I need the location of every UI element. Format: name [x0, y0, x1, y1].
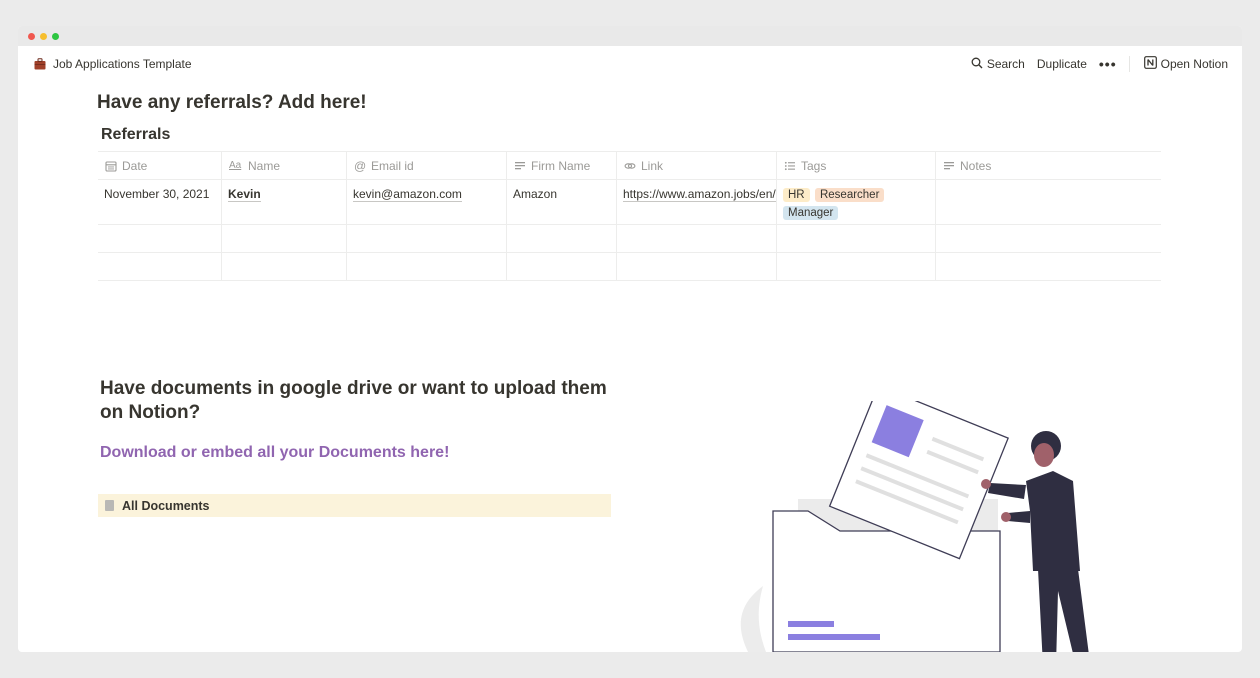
minimize-window-button[interactable] — [40, 33, 47, 40]
table-row[interactable]: November 30, 2021 Kevin kevin@amazon.com… — [98, 180, 1161, 225]
url-link[interactable]: https://www.amazon.jobs/en/ — [623, 187, 776, 202]
window-titlebar — [18, 26, 1242, 46]
cell-notes[interactable] — [936, 180, 1161, 224]
tag-manager: Manager — [783, 206, 839, 220]
browser-window: Job Applications Template Search Duplica… — [18, 26, 1242, 652]
link-icon — [624, 160, 636, 172]
empty-cell[interactable] — [936, 253, 1161, 280]
notion-logo-icon — [1143, 56, 1157, 72]
empty-cell[interactable] — [222, 225, 347, 252]
briefcase-icon — [34, 58, 46, 70]
text-property-icon: Aa — [229, 159, 242, 171]
referrals-table: Date Aa Name @ Email id Firm Name Link T… — [98, 151, 1161, 281]
tag-researcher: Researcher — [814, 188, 885, 202]
cell-date[interactable]: November 30, 2021 — [98, 180, 222, 224]
column-header-name[interactable]: Aa Name — [222, 152, 347, 179]
column-header-firm[interactable]: Firm Name — [507, 152, 617, 179]
empty-cell[interactable] — [777, 253, 936, 280]
lines-icon — [943, 160, 955, 172]
cell-email[interactable]: kevin@amazon.com — [347, 180, 507, 224]
breadcrumb[interactable]: Job Applications Template — [34, 57, 192, 71]
empty-cell[interactable] — [617, 253, 777, 280]
search-button[interactable]: Search — [971, 57, 1025, 72]
table-row[interactable] — [98, 225, 1161, 253]
page-icon — [105, 500, 114, 511]
referrals-table-title[interactable]: Referrals — [101, 126, 170, 144]
empty-cell[interactable] — [507, 225, 617, 252]
all-documents-link[interactable]: All Documents — [98, 494, 611, 517]
more-options-icon[interactable]: ••• — [1099, 56, 1117, 72]
column-header-tags[interactable]: Tags — [777, 152, 936, 179]
at-sign-icon: @ — [354, 158, 367, 173]
cell-name[interactable]: Kevin — [222, 180, 347, 224]
empty-cell[interactable] — [222, 253, 347, 280]
column-header-email[interactable]: @ Email id — [347, 152, 507, 179]
table-row[interactable] — [98, 253, 1161, 281]
column-header-notes[interactable]: Notes — [936, 152, 1161, 179]
notion-topbar: Job Applications Template Search Duplica… — [18, 46, 1242, 82]
open-notion-button[interactable]: Open Notion — [1143, 56, 1228, 72]
lines-icon — [514, 160, 526, 172]
empty-cell[interactable] — [347, 225, 507, 252]
empty-cell[interactable] — [347, 253, 507, 280]
topbar-actions: Search Duplicate ••• Open Notion — [959, 56, 1228, 72]
cell-link[interactable]: https://www.amazon.jobs/en/ — [617, 180, 777, 224]
tag-hr: HR — [783, 188, 810, 202]
search-label: Search — [986, 57, 1025, 71]
documents-subheading: Download or embed all your Documents her… — [100, 444, 450, 461]
open-notion-label: Open Notion — [1160, 57, 1228, 71]
column-header-date[interactable]: Date — [98, 152, 222, 179]
search-icon — [971, 57, 983, 72]
filing-illustration — [708, 384, 1128, 652]
empty-cell[interactable] — [617, 225, 777, 252]
row-title[interactable]: Kevin — [228, 187, 261, 202]
topbar-divider — [1128, 56, 1130, 72]
close-window-button[interactable] — [28, 33, 35, 40]
calendar-icon — [105, 160, 117, 172]
all-documents-label: All Documents — [122, 498, 210, 513]
cell-tags[interactable]: HR Researcher Manager — [777, 180, 936, 224]
email-link[interactable]: kevin@amazon.com — [353, 187, 462, 202]
empty-cell[interactable] — [98, 225, 222, 252]
empty-cell[interactable] — [777, 225, 936, 252]
duplicate-button[interactable]: Duplicate — [1037, 57, 1087, 71]
empty-cell[interactable] — [936, 225, 1161, 252]
breadcrumb-label: Job Applications Template — [53, 57, 192, 71]
column-header-link[interactable]: Link — [617, 152, 777, 179]
table-header-row: Date Aa Name @ Email id Firm Name Link T… — [98, 152, 1161, 180]
referrals-heading: Have any referrals? Add here! — [97, 92, 367, 113]
empty-cell[interactable] — [98, 253, 222, 280]
list-icon — [784, 160, 796, 172]
maximize-window-button[interactable] — [52, 33, 59, 40]
empty-cell[interactable] — [507, 253, 617, 280]
cell-firm[interactable]: Amazon — [507, 180, 617, 224]
documents-heading: Have documents in google drive or want t… — [100, 378, 607, 423]
